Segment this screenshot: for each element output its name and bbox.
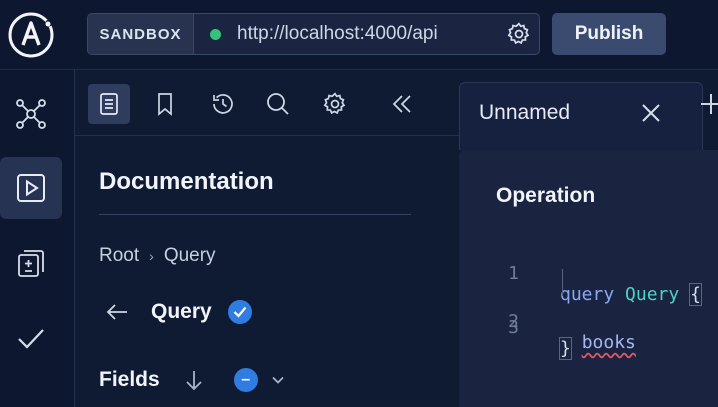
add-tab-icon[interactable] (699, 92, 718, 116)
docs-toolbar (75, 70, 459, 136)
sandbox-label: SANDBOX (88, 14, 194, 54)
chevron-down-icon[interactable] (272, 375, 284, 385)
explorer-play-icon (17, 174, 45, 202)
fields-label: Fields (99, 368, 160, 391)
remove-all-fields-icon[interactable]: – (233, 368, 258, 392)
document-icon (100, 93, 118, 115)
back-arrow-icon[interactable] (105, 302, 129, 322)
brace-token: } (559, 337, 572, 360)
operation-tabs: Unnamed (459, 70, 718, 150)
field-token: books (581, 332, 636, 353)
top-bar: SANDBOX http://localhost:4000/api Publis… (0, 0, 718, 70)
gear-icon (323, 92, 346, 115)
operation-name-token: Query (625, 284, 680, 305)
bookmark-button[interactable] (144, 84, 186, 124)
docs-settings-button[interactable] (314, 84, 356, 124)
history-button[interactable] (202, 84, 244, 124)
operation-editor[interactable]: Operation 1 query Query { 2 books 3 } (459, 150, 718, 407)
code-area[interactable]: 1 query Query { 2 books 3 } (459, 242, 702, 360)
app-root: SANDBOX http://localhost:4000/api Publis… (0, 0, 718, 407)
code-line: 3 } (459, 296, 572, 360)
brace-token: { (689, 283, 702, 306)
apollo-logo-icon[interactable] (6, 10, 56, 60)
breadcrumb-root[interactable]: Root (99, 245, 139, 267)
bookmark-icon (158, 93, 172, 116)
code-line: 2 books (459, 269, 636, 353)
connection-settings-gear-icon[interactable] (505, 20, 533, 48)
endpoint-input[interactable]: SANDBOX http://localhost:4000/api (87, 13, 540, 55)
breadcrumb-query[interactable]: Query (164, 245, 216, 267)
publish-button[interactable]: Publish (552, 13, 666, 55)
close-tab-icon[interactable] (639, 101, 663, 125)
line-number: 3 (508, 317, 519, 338)
double-chevron-left-icon (392, 95, 411, 113)
collapse-panel-button[interactable] (381, 84, 423, 124)
docs-divider (99, 214, 411, 215)
breadcrumb-chevron-icon: › (149, 248, 154, 264)
type-title: Query (151, 300, 212, 323)
left-rail (0, 70, 75, 407)
rail-item-explorer[interactable] (0, 157, 62, 219)
indent-guide (562, 269, 563, 296)
docs-title: Documentation (99, 168, 274, 195)
history-icon (213, 94, 233, 114)
keyword-token: query (560, 284, 615, 305)
rail-item-changelog[interactable] (0, 232, 62, 294)
checks-icon (18, 329, 44, 349)
changelog-icon (18, 250, 44, 277)
schema-graph-icon (16, 99, 46, 129)
fields-header: Fields – (99, 368, 284, 392)
search-icon (267, 93, 289, 115)
endpoint-url[interactable]: http://localhost:4000/api (237, 23, 505, 45)
checkmark-icon[interactable] (227, 300, 252, 324)
search-button[interactable] (257, 84, 299, 124)
tab-label: Unnamed (479, 101, 571, 124)
sort-down-arrow-icon[interactable] (184, 369, 204, 391)
rail-item-checks[interactable] (0, 307, 62, 369)
docs-tab-button[interactable] (88, 84, 130, 124)
connection-status-dot (210, 28, 221, 40)
breadcrumb: Root › Query (99, 245, 216, 267)
rail-item-schema[interactable] (0, 83, 62, 145)
operation-title: Operation (496, 184, 596, 207)
documentation-panel: Documentation Root › Query Query Fields … (75, 70, 459, 407)
type-header: Query (105, 300, 252, 324)
code-line: 1 query Query { (459, 242, 702, 306)
tab-unnamed[interactable]: Unnamed (459, 82, 703, 150)
